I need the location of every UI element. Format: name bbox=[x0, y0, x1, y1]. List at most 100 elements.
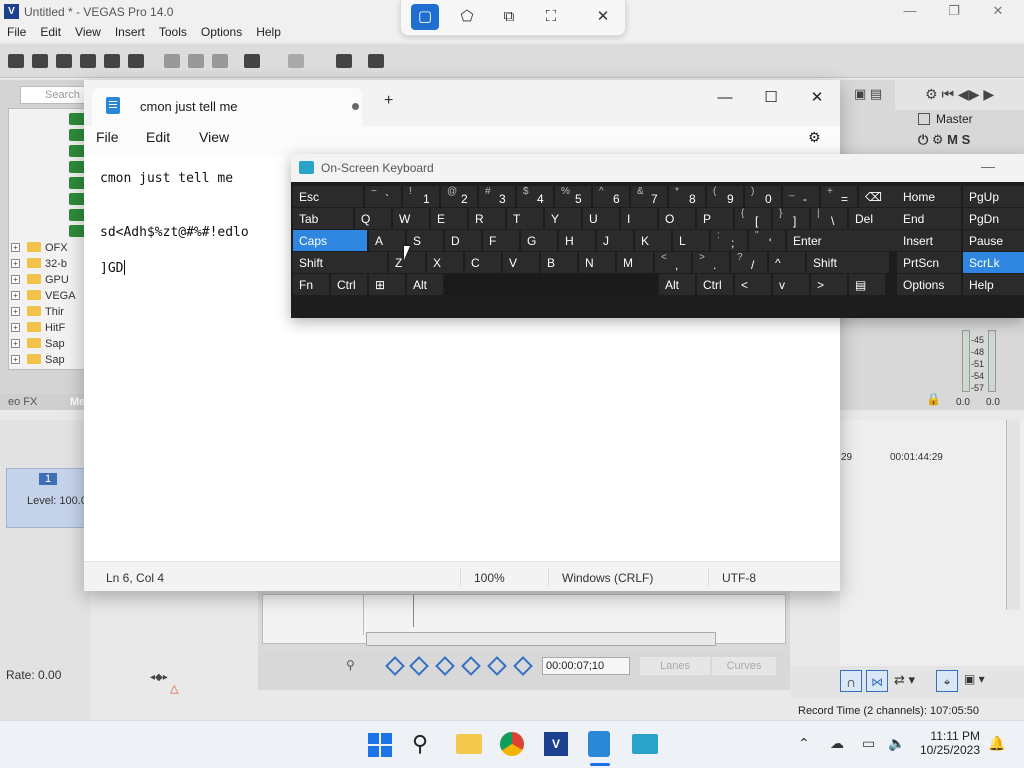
key-0-1[interactable]: ~ ` bbox=[365, 186, 401, 207]
redo-icon[interactable] bbox=[288, 54, 304, 68]
video-fx-tab[interactable]: eo FX bbox=[8, 396, 37, 408]
key-1-11[interactable]: {[ bbox=[735, 208, 771, 229]
minimize-icon[interactable]: — bbox=[702, 84, 748, 112]
key-3-7[interactable]: M bbox=[617, 252, 653, 273]
key-1-1[interactable]: Q bbox=[355, 208, 391, 229]
save-as-icon[interactable] bbox=[80, 54, 96, 68]
cut-icon[interactable] bbox=[164, 54, 180, 68]
key-1-7[interactable]: U bbox=[583, 208, 619, 229]
paste-icon[interactable] bbox=[212, 54, 228, 68]
nav-key-1-1[interactable]: PgDn bbox=[963, 208, 1024, 229]
menu-options[interactable]: Options bbox=[194, 24, 249, 39]
key-2-6[interactable]: H bbox=[559, 230, 595, 251]
chevron-up-icon[interactable]: ⌃ bbox=[798, 735, 810, 752]
key-3-9[interactable]: >. bbox=[693, 252, 729, 273]
key-3-2[interactable]: X bbox=[427, 252, 463, 273]
nav-key-0-1[interactable]: PgUp bbox=[963, 186, 1024, 207]
key-0-11[interactable]: ) 0 bbox=[745, 186, 781, 207]
key-2-2[interactable]: S bbox=[407, 230, 443, 251]
fullscreen-snip-icon[interactable]: ⛶ bbox=[537, 4, 565, 30]
key-0-12[interactable]: _ - bbox=[783, 186, 819, 207]
volume-mute-icon[interactable]: 🔈 bbox=[888, 735, 905, 752]
key-4-4[interactable] bbox=[445, 274, 657, 295]
tree-item[interactable]: + Sap bbox=[11, 352, 65, 368]
nav-key-3-1[interactable]: ScrLk bbox=[963, 252, 1024, 273]
nav-key-1-0[interactable]: End bbox=[897, 208, 961, 229]
copy-icon[interactable] bbox=[188, 54, 204, 68]
minimize-icon[interactable]: — bbox=[981, 158, 995, 174]
unsaved-indicator[interactable] bbox=[352, 103, 359, 110]
key-0-3[interactable]: @2 bbox=[441, 186, 477, 207]
lock-icon[interactable]: 🔒 bbox=[926, 392, 941, 406]
search-icon[interactable]: ⚲ bbox=[412, 731, 428, 757]
minimize-icon[interactable]: — bbox=[896, 3, 924, 21]
mixer-gear-icon[interactable]: ⚙ ⏮ ◀▶ ▶ bbox=[925, 86, 994, 103]
curves-button[interactable]: Curves bbox=[712, 657, 776, 675]
notepad-tab[interactable]: cmon just tell me bbox=[92, 88, 362, 126]
key-3-4[interactable]: V bbox=[503, 252, 539, 273]
key-2-10[interactable]: :; bbox=[711, 230, 747, 251]
key-0-10[interactable]: (9 bbox=[707, 186, 743, 207]
display-icon[interactable]: ▭ bbox=[862, 735, 875, 752]
key-0-5[interactable]: $4 bbox=[517, 186, 553, 207]
key-1-9[interactable]: O bbox=[659, 208, 695, 229]
tree-item[interactable]: +32-b bbox=[11, 256, 67, 272]
vertical-scrollbar[interactable] bbox=[1006, 420, 1020, 610]
key-0-0[interactable]: Esc bbox=[293, 186, 363, 207]
menu-file[interactable]: File bbox=[0, 24, 33, 39]
auto-crossfade-icon[interactable]: ⋈ bbox=[866, 670, 888, 692]
key-1-4[interactable]: R bbox=[469, 208, 505, 229]
save-icon[interactable] bbox=[56, 54, 72, 68]
key-0-9[interactable]: * 8 bbox=[669, 186, 705, 207]
nav-key-4-1[interactable]: Help bbox=[963, 274, 1024, 295]
lock-envelopes-icon[interactable]: ⌖ bbox=[936, 670, 958, 692]
key-4-0[interactable]: Fn bbox=[293, 274, 329, 295]
explorer-search-input[interactable]: Search bbox=[20, 86, 90, 104]
key-2-12[interactable]: Enter bbox=[787, 230, 909, 251]
key-2-8[interactable]: K bbox=[635, 230, 671, 251]
key-4-1[interactable]: Ctrl bbox=[331, 274, 367, 295]
render-icon[interactable] bbox=[104, 54, 120, 68]
ignore-grouping-icon[interactable]: ▣ ▾ bbox=[964, 672, 985, 686]
key-4-10[interactable]: ▤ bbox=[849, 274, 885, 295]
menu-view[interactable]: View bbox=[199, 129, 229, 145]
key-0-2[interactable]: ! 1 bbox=[403, 186, 439, 207]
open-icon[interactable] bbox=[32, 54, 48, 68]
key-1-3[interactable]: E bbox=[431, 208, 467, 229]
key-2-0[interactable]: Caps bbox=[293, 230, 367, 251]
key-2-11[interactable]: " ' bbox=[749, 230, 785, 251]
menu-insert[interactable]: Insert bbox=[108, 24, 152, 39]
key-4-8[interactable]: v bbox=[773, 274, 809, 295]
line-ending[interactable]: Windows (CRLF) bbox=[562, 571, 653, 585]
tree-item[interactable]: + Sap bbox=[11, 336, 65, 352]
vegas-app-icon[interactable]: V bbox=[544, 732, 568, 756]
key-2-5[interactable]: G bbox=[521, 230, 557, 251]
notification-bell-icon[interactable]: 🔔 bbox=[988, 735, 1005, 752]
tree-item[interactable]: + OFX bbox=[11, 240, 68, 256]
nav-key-2-1[interactable]: Pause bbox=[963, 230, 1024, 251]
key-1-6[interactable]: Y bbox=[545, 208, 581, 229]
start-icon[interactable] bbox=[368, 733, 392, 757]
key-1-8[interactable]: I bbox=[621, 208, 657, 229]
menu-file[interactable]: File bbox=[96, 129, 119, 145]
tree-item[interactable]: + VEGA bbox=[11, 288, 76, 304]
nav-key-3-0[interactable]: PrtScn bbox=[897, 252, 961, 273]
close-snip-icon[interactable]: ✕ bbox=[589, 4, 617, 30]
key-3-10[interactable]: ? / bbox=[731, 252, 767, 273]
restore-icon[interactable]: ❐ bbox=[940, 3, 968, 21]
nav-key-2-0[interactable]: Insert bbox=[897, 230, 961, 251]
horizontal-scrollbar[interactable] bbox=[366, 632, 716, 646]
key-4-9[interactable]: > bbox=[811, 274, 847, 295]
track-header[interactable]: 1 Level: 100.0 bbox=[6, 468, 90, 528]
key-2-4[interactable]: F bbox=[483, 230, 519, 251]
key-0-13[interactable]: + = bbox=[821, 186, 857, 207]
close-icon[interactable]: ✕ bbox=[794, 84, 840, 112]
nav-key-0-0[interactable]: Home bbox=[897, 186, 961, 207]
settings-gear-icon[interactable]: ⚙ bbox=[808, 129, 821, 146]
undo-icon[interactable] bbox=[244, 54, 260, 68]
key-4-6[interactable]: Ctrl bbox=[697, 274, 733, 295]
encoding[interactable]: UTF-8 bbox=[722, 571, 756, 585]
osk-app-icon[interactable] bbox=[632, 734, 658, 754]
key-0-8[interactable]: & 7 bbox=[631, 186, 667, 207]
key-0-7[interactable]: ^ 6 bbox=[593, 186, 629, 207]
